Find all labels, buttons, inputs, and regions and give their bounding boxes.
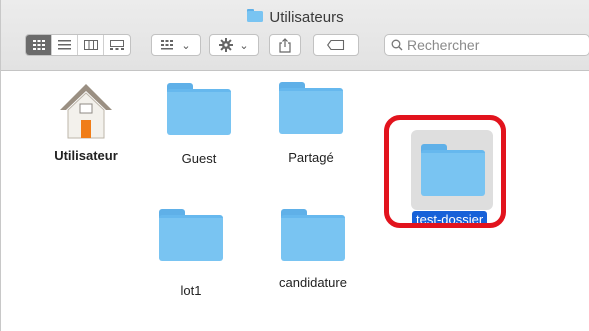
search-field[interactable]: Rechercher [384,34,589,56]
list-view-button[interactable] [52,35,78,55]
finder-window: Utilisateurs ⌄ ⌄ Rechercher Utilisateur … [0,0,589,331]
window-title-text: Utilisateurs [269,9,344,26]
group-by-button[interactable]: ⌄ [151,34,201,56]
title-bar: Utilisateurs ⌄ ⌄ Rechercher [1,0,589,71]
folder-item-candidature[interactable]: candidature [278,209,348,290]
list-view-icon [58,40,71,50]
file-item-label: Partagé [288,150,334,165]
file-item-label: candidature [279,275,347,290]
icon-view-icon [32,40,45,50]
share-icon [279,37,291,53]
column-view-icon [83,40,98,50]
group-by-icon [161,40,174,50]
folder-icon [167,83,231,135]
tag-icon [327,40,345,50]
file-item-label: lot1 [180,283,202,298]
chevron-down-icon: ⌄ [181,39,191,52]
view-mode-control [25,34,131,56]
column-view-button[interactable] [78,35,104,55]
folder-icon [281,209,345,261]
file-item-label: Utilisateur [54,148,118,163]
folder-item-partage[interactable]: Partagé [277,82,345,165]
gallery-view-icon [110,40,124,50]
share-button[interactable] [269,34,301,56]
file-item-home[interactable]: Utilisateur [51,82,121,163]
folder-icon [279,82,343,134]
window-title: Utilisateurs [1,9,589,26]
search-icon [391,39,403,51]
gear-icon [219,38,234,52]
folder-icon [159,209,223,261]
folder-icon [247,9,264,26]
folder-item-guest[interactable]: Guest [165,83,233,166]
annotation-highlight-box [384,115,506,228]
chevron-down-icon: ⌄ [239,39,249,52]
folder-item-lot1[interactable]: lot1 [159,209,223,298]
search-placeholder: Rechercher [407,37,480,53]
file-item-label: Guest [181,151,217,166]
action-button[interactable]: ⌄ [209,34,259,56]
tag-button[interactable] [313,34,359,56]
home-icon [60,84,112,139]
icon-view-button[interactable] [26,35,52,55]
gallery-view-button[interactable] [104,35,130,55]
